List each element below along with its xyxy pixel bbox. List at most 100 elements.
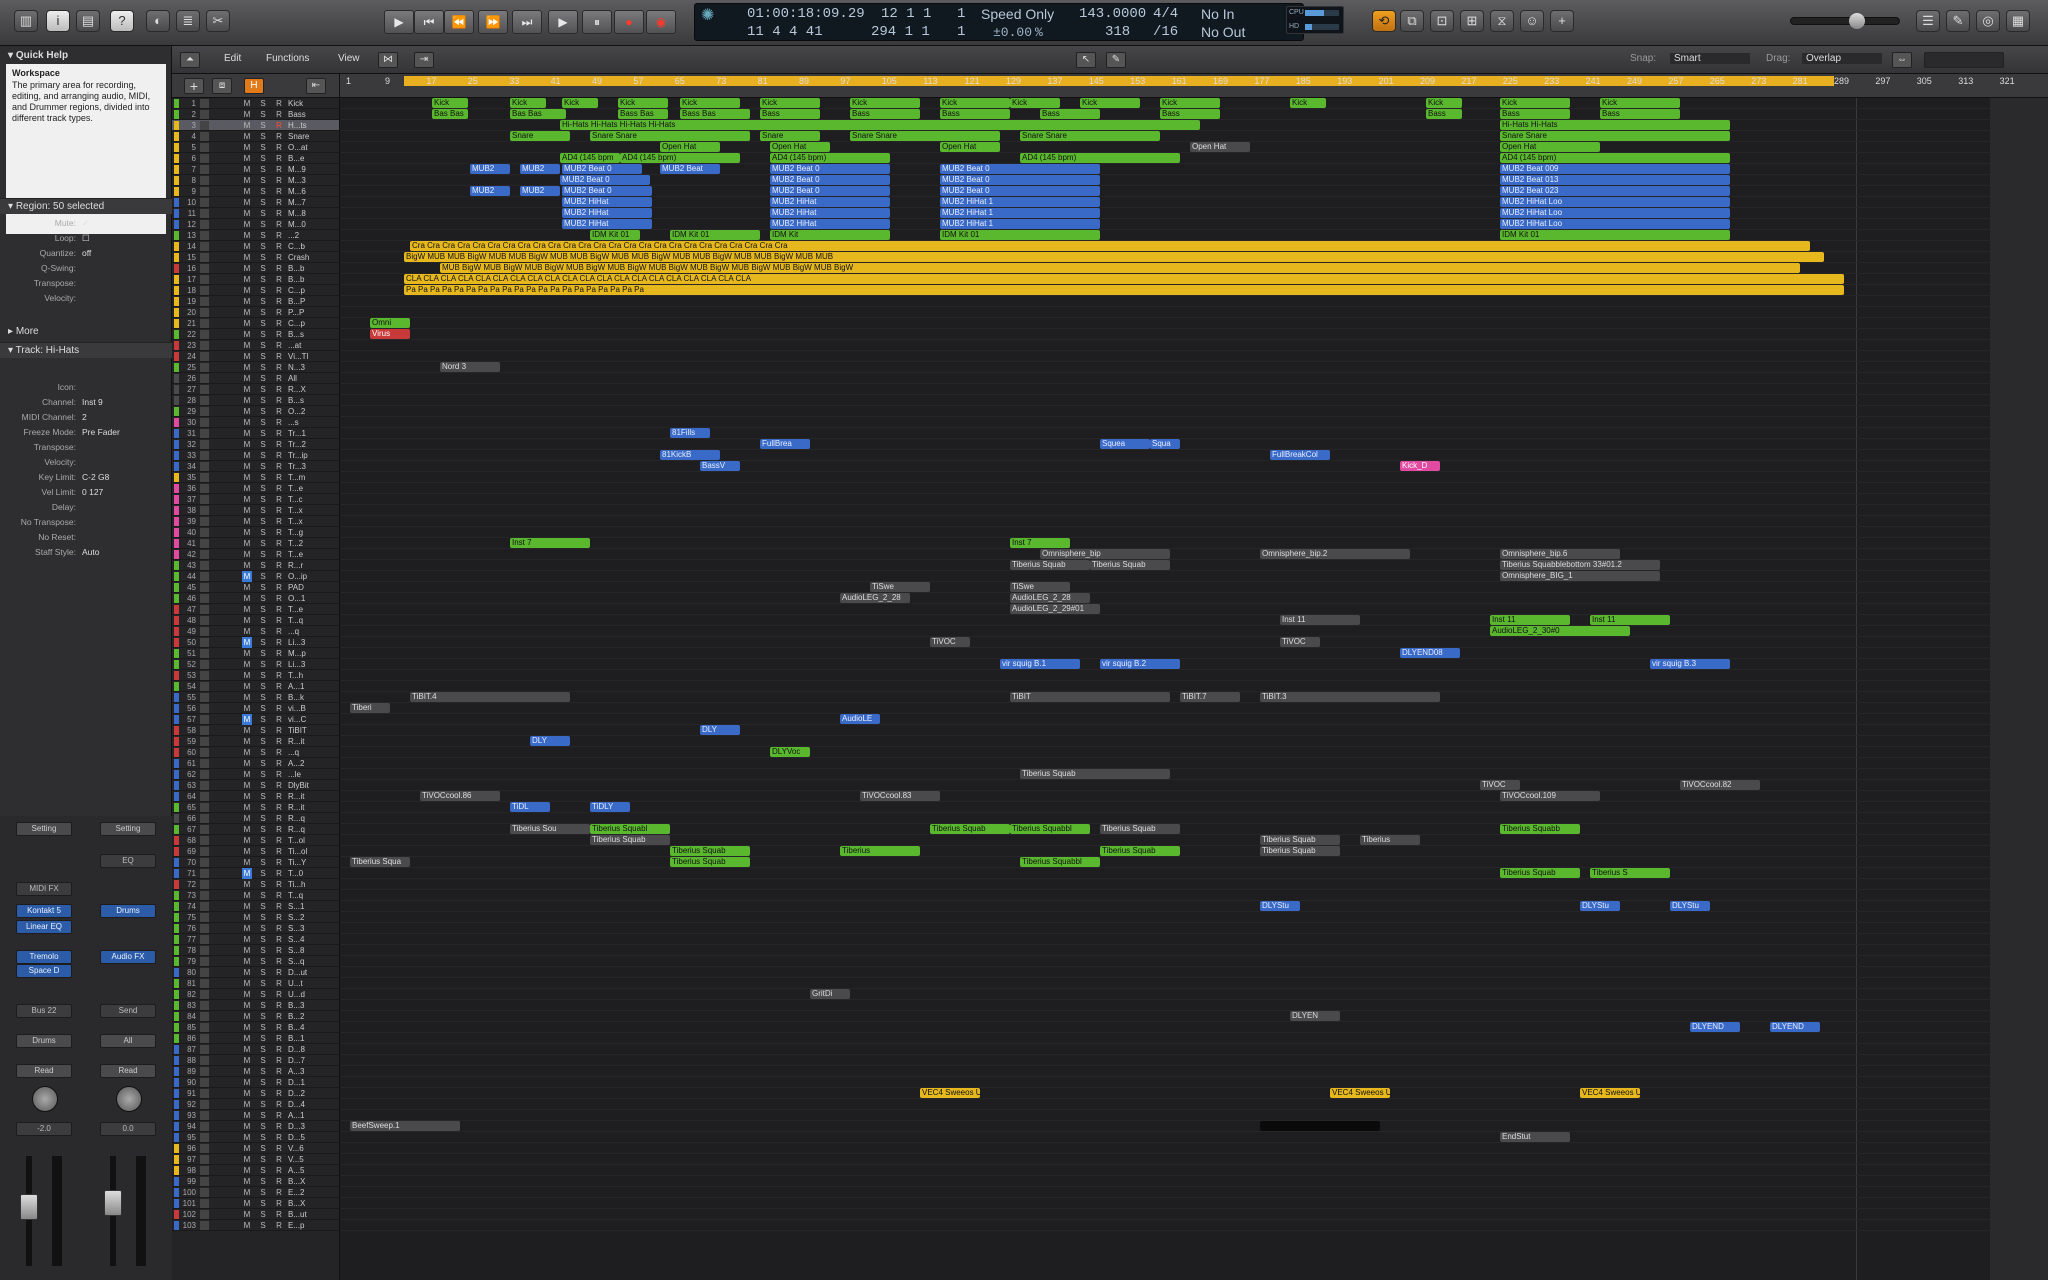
- track-header-25[interactable]: 25 M S R N...3: [172, 362, 339, 373]
- track-name[interactable]: PAD: [288, 582, 338, 593]
- track-name[interactable]: Tr...2: [288, 439, 338, 450]
- track-solo-button[interactable]: S: [258, 1209, 268, 1220]
- track-header-103[interactable]: 103 M S R E...p: [172, 1220, 339, 1231]
- track-mute-button[interactable]: M: [242, 538, 252, 549]
- track-header-65[interactable]: 65 M S R R...it: [172, 802, 339, 813]
- track-record-button[interactable]: R: [274, 769, 284, 780]
- track-solo-button[interactable]: S: [258, 219, 268, 230]
- track-name[interactable]: C...p: [288, 285, 338, 296]
- track-name[interactable]: D...5: [288, 1132, 338, 1143]
- track-name[interactable]: ...le: [288, 769, 338, 780]
- region[interactable]: GritDi: [810, 989, 850, 999]
- track-name[interactable]: S...2: [288, 912, 338, 923]
- track-solo-button[interactable]: S: [258, 450, 268, 461]
- track-name[interactable]: V...6: [288, 1143, 338, 1154]
- region[interactable]: TiVOCcool.109: [1500, 791, 1600, 801]
- track-solo-button[interactable]: S: [258, 153, 268, 164]
- region[interactable]: Omnisphere_BIG_1: [1500, 571, 1660, 581]
- track-mute-button[interactable]: M: [242, 879, 252, 890]
- track-mute-button[interactable]: M: [242, 494, 252, 505]
- track-record-button[interactable]: R: [274, 208, 284, 219]
- lcd-mode[interactable]: Speed Only: [981, 6, 1054, 22]
- track-name[interactable]: T...ol: [288, 835, 338, 846]
- region[interactable]: Tiberius Squab: [670, 857, 750, 867]
- inspector-param-row[interactable]: Quantize: off: [0, 248, 172, 263]
- metronome-icon[interactable]: ⧖: [1490, 10, 1514, 32]
- region[interactable]: Bass: [1040, 109, 1100, 119]
- track-record-button[interactable]: R: [274, 406, 284, 417]
- track-mute-button[interactable]: M: [242, 648, 252, 659]
- track-name[interactable]: T...q: [288, 890, 338, 901]
- track-mute-button[interactable]: M: [242, 725, 252, 736]
- region[interactable]: Inst 11: [1490, 615, 1570, 625]
- track-name[interactable]: T...m: [288, 472, 338, 483]
- track-header-58[interactable]: 58 M S R TiBIT: [172, 725, 339, 736]
- region[interactable]: Tiberius Squabblebottom 33#01.2: [1500, 560, 1660, 570]
- region[interactable]: Omni: [370, 318, 410, 328]
- count-in-icon[interactable]: ☺: [1520, 10, 1544, 32]
- track-header-85[interactable]: 85 M S R B...4: [172, 1022, 339, 1033]
- track-record-button[interactable]: R: [274, 285, 284, 296]
- track-name[interactable]: A...2: [288, 758, 338, 769]
- track-mute-button[interactable]: M: [242, 615, 252, 626]
- region[interactable]: Kick: [1600, 98, 1680, 108]
- track-name[interactable]: M...6: [288, 186, 338, 197]
- track-name[interactable]: S...4: [288, 934, 338, 945]
- track-name[interactable]: E...p: [288, 1220, 338, 1231]
- pencil-tool-icon[interactable]: ✎: [1106, 52, 1126, 68]
- track-name[interactable]: R...it: [288, 791, 338, 802]
- region[interactable]: Squea: [1100, 439, 1150, 449]
- track-mute-button[interactable]: M: [242, 450, 252, 461]
- zoom-slider[interactable]: [1924, 52, 2004, 68]
- track-header-61[interactable]: 61 M S R A...2: [172, 758, 339, 769]
- track-name[interactable]: B...s: [288, 395, 338, 406]
- track-header-24[interactable]: 24 M S R Vi...Tl: [172, 351, 339, 362]
- track-header-55[interactable]: 55 M S R B...k: [172, 692, 339, 703]
- region[interactable]: DLY: [700, 725, 740, 735]
- track-name[interactable]: Kick: [288, 98, 338, 109]
- region[interactable]: TiVOC: [1280, 637, 1320, 647]
- track-header-42[interactable]: 42 M S R T...e: [172, 549, 339, 560]
- track-mute-button[interactable]: M: [242, 747, 252, 758]
- region[interactable]: MUB2 Beat 0: [770, 186, 890, 196]
- track-mute-button[interactable]: M: [242, 131, 252, 142]
- region[interactable]: MUB2 HiHat: [770, 208, 890, 218]
- region[interactable]: Hi-Hats Hi-Hats Hi-Hats Hi-Hats: [560, 120, 1200, 130]
- track-record-button[interactable]: R: [274, 1088, 284, 1099]
- track-name[interactable]: Bass: [288, 109, 338, 120]
- snap-select[interactable]: Smart: [1670, 53, 1750, 64]
- region[interactable]: BeefSweep.1: [350, 1121, 460, 1131]
- track-header-82[interactable]: 82 M S R U...d: [172, 989, 339, 1000]
- track-record-button[interactable]: R: [274, 901, 284, 912]
- track-header-77[interactable]: 77 M S R S...4: [172, 934, 339, 945]
- track-solo-button[interactable]: S: [258, 208, 268, 219]
- track-header-96[interactable]: 96 M S R V...6: [172, 1143, 339, 1154]
- track-header-86[interactable]: 86 M S R B...1: [172, 1033, 339, 1044]
- track-header-98[interactable]: 98 M S R A...5: [172, 1165, 339, 1176]
- track-mute-button[interactable]: M: [242, 1209, 252, 1220]
- track-record-button[interactable]: R: [274, 1011, 284, 1022]
- track-name[interactable]: E...2: [288, 1187, 338, 1198]
- track-header-72[interactable]: 72 M S R Ti...h: [172, 879, 339, 890]
- region[interactable]: MUB2 Beat 0: [770, 164, 890, 174]
- track-name[interactable]: Tr...ip: [288, 450, 338, 461]
- track-record-button[interactable]: R: [274, 945, 284, 956]
- track-name[interactable]: P...P: [288, 307, 338, 318]
- track-header-56[interactable]: 56 M S Rvi...B: [172, 703, 339, 714]
- region[interactable]: AudioLEG_2_29#01: [1010, 604, 1100, 614]
- param-value[interactable]: ✓: [82, 218, 89, 229]
- track-record-button[interactable]: R: [274, 186, 284, 197]
- track-record-button[interactable]: R: [274, 1220, 284, 1231]
- region[interactable]: MUB2: [520, 186, 560, 196]
- track-header-47[interactable]: 47 M S R T...e: [172, 604, 339, 615]
- track-record-button[interactable]: R: [274, 538, 284, 549]
- track-mute-button[interactable]: M: [242, 219, 252, 230]
- region[interactable]: EndStut: [1500, 1132, 1570, 1142]
- track-mute-button[interactable]: M: [242, 890, 252, 901]
- inspector-param-row[interactable]: Staff Style: Auto: [0, 547, 172, 562]
- track-header-35[interactable]: 35 M S R T...m: [172, 472, 339, 483]
- track-mute-button[interactable]: M: [242, 714, 252, 725]
- lcd-tempo[interactable]: 143.0000: [1079, 6, 1146, 22]
- track-name[interactable]: R...r: [288, 560, 338, 571]
- track-solo-button[interactable]: S: [258, 560, 268, 571]
